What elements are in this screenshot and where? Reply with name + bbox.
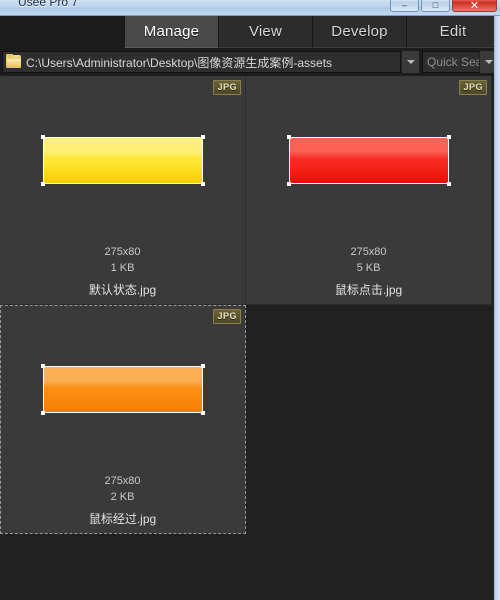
maximize-button[interactable]: □: [421, 0, 450, 12]
selection-handle: [40, 363, 45, 368]
mode-tabs: Manage View Develop Edit: [124, 16, 500, 48]
chevron-down-icon: [406, 60, 415, 64]
thumbnail-grid: JPG 275x80 1 KB 默认状态.jpg JPG 275x80 5 KB…: [0, 76, 494, 534]
tab-develop[interactable]: Develop: [312, 16, 406, 48]
minimize-icon: –: [401, 0, 407, 10]
acdsee-window: Usee Pro 7 – □ ✕ Manage View Develop Edi…: [0, 0, 500, 600]
file-browser-pane[interactable]: JPG 275x80 1 KB 默认状态.jpg JPG 275x80 5 KB…: [0, 76, 494, 600]
tab-edit[interactable]: Edit: [406, 16, 500, 48]
selection-handle: [40, 410, 45, 415]
close-button[interactable]: ✕: [452, 0, 497, 12]
thumbnail-image-wrap: [40, 134, 205, 186]
file-size: 1 KB: [110, 262, 135, 274]
selection-handle: [286, 134, 291, 139]
chevron-down-icon: [484, 60, 493, 64]
selection-handle: [200, 410, 205, 415]
thumbnail-image-area: [0, 305, 245, 473]
window-title: Usee Pro 7: [18, 0, 79, 9]
file-name: 鼠标经过.jpg: [88, 512, 157, 526]
folder-icon: [6, 54, 22, 69]
quick-search-box[interactable]: Quick Sea: [422, 51, 498, 73]
file-name: 鼠标点击.jpg: [334, 283, 403, 297]
thumbnail-cell-default[interactable]: JPG 275x80 1 KB 默认状态.jpg: [0, 76, 246, 305]
minimize-button[interactable]: –: [390, 0, 419, 12]
tab-edit-label: Edit: [439, 23, 467, 40]
thumbnail-image[interactable]: [288, 136, 449, 184]
file-size: 2 KB: [110, 491, 135, 503]
thumbnail-image-wrap: [286, 134, 451, 186]
selection-handle: [40, 134, 45, 139]
title-bar: Usee Pro 7 – □ ✕: [0, 0, 500, 16]
selection-handle: [200, 181, 205, 186]
tab-develop-label: Develop: [331, 23, 388, 40]
window-right-border: [494, 16, 500, 600]
address-bar: C:\Users\Administrator\Desktop\图像资源生成案例-…: [0, 48, 500, 76]
image-dimensions: 275x80: [104, 246, 141, 258]
path-input[interactable]: C:\Users\Administrator\Desktop\图像资源生成案例-…: [2, 51, 401, 73]
thumbnail-cell-hover[interactable]: JPG 275x80 2 KB 鼠标经过.jpg: [0, 305, 246, 534]
tab-manage-label: Manage: [143, 23, 200, 40]
thumbnail-image-area: [0, 76, 245, 244]
selection-handle: [446, 181, 451, 186]
path-dropdown-button[interactable]: [401, 51, 419, 73]
window-controls: – □ ✕: [390, 0, 497, 12]
mode-tab-bar: Manage View Develop Edit: [0, 16, 500, 48]
thumbnail-image-area: [246, 76, 491, 244]
image-dimensions: 275x80: [350, 246, 387, 258]
thumbnail-cell-empty: [246, 305, 492, 534]
tab-manage[interactable]: Manage: [124, 16, 218, 48]
empty-area: [0, 540, 494, 600]
thumbnail-image-wrap: [40, 363, 205, 415]
image-dimensions: 275x80: [104, 475, 141, 487]
close-icon: ✕: [469, 0, 480, 12]
path-text: C:\Users\Administrator\Desktop\图像资源生成案例-…: [26, 55, 333, 70]
thumbnail-image[interactable]: [42, 136, 203, 184]
thumbnail-meta: 275x80 5 KB: [350, 244, 386, 276]
selection-handle: [40, 181, 45, 186]
tab-view-label: View: [248, 23, 283, 40]
thumbnail-image[interactable]: [42, 365, 203, 413]
maximize-icon: □: [432, 0, 439, 10]
file-name: 默认状态.jpg: [88, 283, 157, 297]
thumbnail-meta: 275x80 2 KB: [104, 473, 140, 505]
thumbnail-meta: 275x80 1 KB: [104, 244, 140, 276]
file-size: 5 KB: [356, 262, 381, 274]
selection-handle: [286, 181, 291, 186]
selection-handle: [200, 134, 205, 139]
search-input[interactable]: Quick Sea: [423, 55, 479, 69]
selection-handle: [446, 134, 451, 139]
tab-view[interactable]: View: [218, 16, 312, 48]
thumbnail-cell-click[interactable]: JPG 275x80 5 KB 鼠标点击.jpg: [246, 76, 492, 305]
selection-handle: [200, 363, 205, 368]
